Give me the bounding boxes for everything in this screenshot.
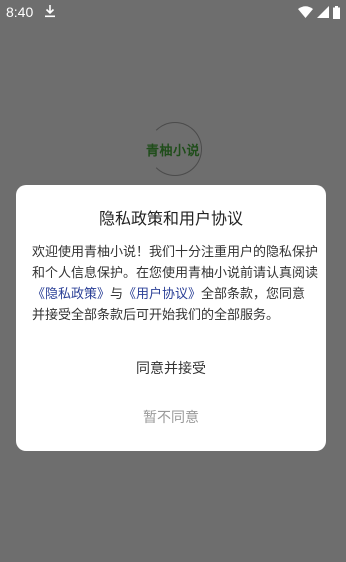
battery-icon [333,5,340,19]
dialog-text-part1: 欢迎使用青柚小说！我们十分注重用户的隐私保护和个人信息保护。在您使用青柚小说前请… [32,245,319,281]
status-time: 8:40 [6,4,34,20]
status-bar: 8:40 [0,0,346,24]
wifi-icon [298,6,313,18]
disagree-button[interactable]: 暂不同意 [16,405,326,431]
download-icon [45,5,55,18]
privacy-policy-link[interactable]: 《隐私政策》 [32,287,110,302]
system-icons [298,5,340,19]
dialog-connector: 与 [110,287,124,302]
logo-text: 青柚小说 [146,144,201,159]
dialog-body: 欢迎使用青柚小说！我们十分注重用户的隐私保护和个人信息保护。在您使用青柚小说前请… [32,242,318,326]
agree-button[interactable]: 同意并接受 [16,356,326,382]
app-logo: 青柚小说 [140,120,206,180]
privacy-dialog: 隐私政策和用户协议 欢迎使用青柚小说！我们十分注重用户的隐私保护和个人信息保护。… [16,185,326,451]
signal-icon [317,6,329,18]
user-agreement-link[interactable]: 《用户协议》 [123,287,201,302]
dialog-title: 隐私政策和用户协议 [98,209,243,228]
